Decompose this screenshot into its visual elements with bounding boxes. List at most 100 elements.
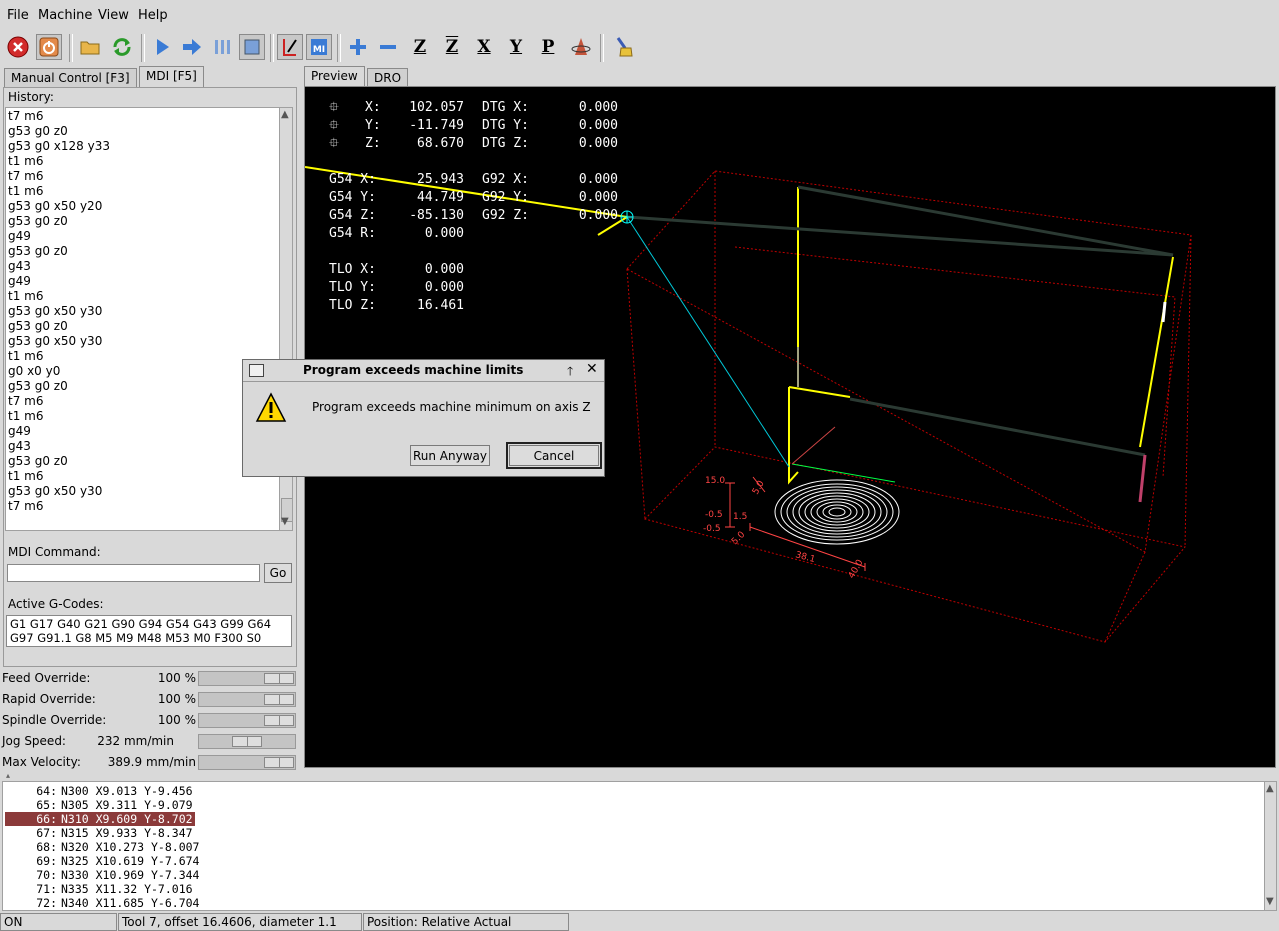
scroll-down-icon[interactable]: ▼ [281, 516, 289, 527]
history-item[interactable]: t1 m6 [8, 154, 110, 169]
slider-thumb[interactable] [264, 673, 294, 684]
dro-axis: Z: [365, 136, 381, 151]
clear-plot-icon[interactable] [611, 34, 637, 60]
history-item[interactable]: t7 m6 [8, 499, 110, 514]
history-item[interactable]: t7 m6 [8, 109, 110, 124]
history-item[interactable]: t1 m6 [8, 289, 110, 304]
listing-line[interactable]: 72: N340 X11.685 Y-6.704 [5, 896, 201, 910]
history-item[interactable]: g53 g0 x50 y30 [8, 304, 110, 319]
listing-line[interactable]: 70: N330 X10.969 Y-7.344 [5, 868, 201, 882]
history-item[interactable]: g53 g0 z0 [8, 319, 110, 334]
close-icon[interactable]: ✕ [586, 361, 598, 377]
slider-thumb[interactable] [264, 715, 294, 726]
history-item[interactable]: g43 [8, 259, 110, 274]
zoom-in-icon[interactable] [345, 34, 371, 60]
run-icon[interactable] [149, 34, 175, 60]
listing-line[interactable]: 69: N325 X10.619 Y-7.674 [5, 854, 201, 868]
mdi-command-input[interactable] [7, 564, 260, 582]
view-p-icon[interactable]: P [535, 34, 561, 60]
tab-manual-control[interactable]: Manual Control [F3] [4, 68, 137, 87]
slider-thumb[interactable] [264, 694, 294, 705]
status-machine-state: ON [0, 913, 117, 931]
cancel-button[interactable]: Cancel [506, 442, 602, 469]
override-slider[interactable] [198, 671, 296, 686]
tab-mdi[interactable]: MDI [F5] [139, 66, 204, 87]
power-icon[interactable] [36, 34, 62, 60]
history-item[interactable]: g53 g0 z0 [8, 124, 110, 139]
listing-row: 70: N330 X10.969 Y-7.344 [5, 868, 201, 882]
menu-help[interactable]: Help [138, 8, 168, 23]
maximize-icon[interactable]: 🡑 [567, 362, 573, 383]
history-item[interactable]: g53 g0 z0 [8, 454, 110, 469]
zoom-out-icon[interactable] [375, 34, 401, 60]
stop-icon[interactable] [239, 34, 265, 60]
slider-thumb[interactable] [232, 736, 262, 747]
rotate-icon[interactable] [568, 34, 594, 60]
history-item[interactable]: t1 m6 [8, 184, 110, 199]
history-item[interactable]: g53 g0 x50 y30 [8, 484, 110, 499]
history-item[interactable]: g49 [8, 274, 110, 289]
history-item[interactable]: t1 m6 [8, 349, 110, 364]
dro-axis: G54 Y: [329, 190, 376, 205]
dro-line: ⯐ Z: 68.670 DTG Z: 0.000 [329, 135, 618, 153]
tab-dro[interactable]: DRO [367, 68, 409, 87]
history-item[interactable]: g49 [8, 424, 110, 439]
history-item[interactable]: t7 m6 [8, 394, 110, 409]
history-item[interactable]: t1 m6 [8, 409, 110, 424]
reload-icon[interactable] [109, 34, 135, 60]
go-button[interactable]: Go [264, 563, 292, 583]
dro-dtg-value: 0.000 [578, 136, 618, 151]
scroll-up-icon[interactable]: ▲ [1266, 783, 1274, 794]
history-item[interactable]: g53 g0 z0 [8, 214, 110, 229]
override-slider[interactable] [198, 692, 296, 707]
history-item[interactable]: g53 g0 x128 y33 [8, 139, 110, 154]
optional-stop-icon[interactable]: MI [306, 34, 332, 60]
dro-value: -11.749 [409, 118, 464, 133]
history-item[interactable]: g49 [8, 229, 110, 244]
scroll-up-icon[interactable]: ▲ [281, 109, 289, 120]
menu-view[interactable]: View [98, 8, 129, 23]
listing-line[interactable]: 64: N300 X9.013 Y-9.456 [5, 784, 195, 798]
step-icon[interactable] [179, 34, 205, 60]
listing-scrollbar[interactable]: ▲ ▼ [1264, 782, 1276, 910]
history-item[interactable]: g53 g0 x50 y30 [8, 334, 110, 349]
history-item[interactable]: t1 m6 [8, 469, 110, 484]
history-item[interactable]: g0 x0 y0 [8, 364, 110, 379]
menu-file[interactable]: File [7, 8, 29, 23]
listing-line-selected[interactable]: 66: N310 X9.609 Y-8.702 [5, 812, 195, 826]
window-menu-icon[interactable] [249, 364, 264, 377]
view-x-icon[interactable]: X [471, 34, 497, 60]
pause-icon[interactable] [209, 34, 235, 60]
history-item[interactable]: g53 g0 z0 [8, 244, 110, 259]
menu-machine[interactable]: Machine [38, 8, 92, 23]
listing-line[interactable]: 65: N305 X9.311 Y-9.079 [5, 798, 195, 812]
pane-grip-icon[interactable]: ▴ [6, 771, 10, 780]
tab-preview[interactable]: Preview [304, 66, 365, 87]
history-item[interactable]: g53 g0 z0 [8, 379, 110, 394]
view-z-icon[interactable]: Z [407, 34, 433, 60]
slider-thumb[interactable] [264, 757, 294, 768]
open-file-icon[interactable] [77, 34, 103, 60]
listing-row: 69: N325 X10.619 Y-7.674 [5, 854, 201, 868]
override-slider[interactable] [198, 713, 296, 728]
listing-line[interactable]: 67: N315 X9.933 Y-8.347 [5, 826, 195, 840]
line-number: 67: [36, 826, 57, 840]
scroll-down-icon[interactable]: ▼ [1266, 896, 1274, 907]
override-value: 232 mm/min [97, 734, 174, 748]
override-slider[interactable] [198, 734, 296, 749]
block-delete-icon[interactable] [277, 34, 303, 60]
view-z2-icon[interactable]: Z [439, 34, 465, 60]
history-item[interactable]: t7 m6 [8, 169, 110, 184]
override-slider[interactable] [198, 755, 296, 770]
estop-icon[interactable] [5, 34, 31, 60]
history-item[interactable]: g43 [8, 439, 110, 454]
dro-value: 68.670 [417, 136, 464, 151]
dialog-titlebar[interactable]: Program exceeds machine limits 🡑 ✕ [243, 360, 604, 382]
view-y-icon[interactable]: Y [503, 34, 529, 60]
listing-line[interactable]: 71: N335 X11.32 Y-7.016 [5, 882, 195, 896]
program-listing[interactable]: 64: N300 X9.013 Y-9.456 65: N305 X9.311 Y-9… [2, 781, 1277, 911]
history-item[interactable]: g53 g0 x50 y20 [8, 199, 110, 214]
dro-line: TLO X: 0.000 [329, 261, 618, 279]
listing-line[interactable]: 68: N320 X10.273 Y-8.007 [5, 840, 201, 854]
run-anyway-button[interactable]: Run Anyway [410, 445, 490, 466]
